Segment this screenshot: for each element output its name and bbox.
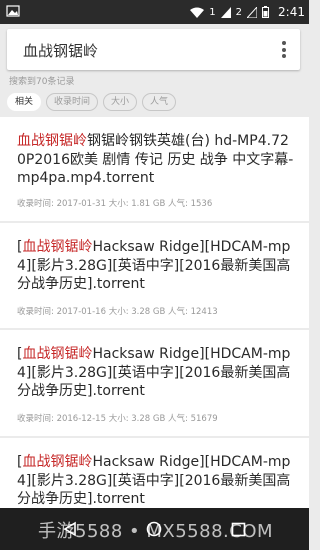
size-label: 大小: xyxy=(108,199,129,209)
result-title: [血战钢锯岭Hacksaw Ridge][HDCAM-mp4][影片3.28G]… xyxy=(17,345,297,401)
result-size: 3.28 GB xyxy=(131,414,166,424)
sim2-indicator: 2 xyxy=(235,6,243,18)
signal1-icon xyxy=(220,6,231,18)
title-highlight: 血战钢锯岭 xyxy=(22,454,93,470)
clock: 2:41 xyxy=(278,5,305,19)
popularity-label: 人气: xyxy=(168,414,188,424)
result-count: 搜索到70条记录 xyxy=(9,77,75,87)
popularity-label: 人气: xyxy=(168,199,188,209)
result-meta: 收录时间: 2016-12-15 大小: 3.28 GB 人气: 51679 xyxy=(17,412,218,424)
result-popularity: 1536 xyxy=(190,199,213,209)
sort-chip-size[interactable]: 大小 xyxy=(103,93,138,111)
sort-chips: 相关 收录时间 大小 人气 xyxy=(7,93,177,111)
sort-chip-popularity[interactable]: 人气 xyxy=(142,93,177,111)
result-title: 血战钢锯岭钢锯岭钢铁英雄(台) hd-MP4.720P2016欧美 剧情 传记 … xyxy=(17,132,297,188)
popularity-label: 人气: xyxy=(168,307,188,317)
date-label: 收录时间: xyxy=(17,199,54,209)
notification-photo-icon xyxy=(6,5,20,17)
result-date: 2017-01-31 xyxy=(56,199,106,209)
result-date: 2016-12-15 xyxy=(56,414,106,424)
status-bar: 1 2 2:41 xyxy=(0,0,309,24)
result-card[interactable]: [血战钢锯岭Hacksaw Ridge][HDCAM-mp4][影片3.28G]… xyxy=(0,223,309,328)
result-title: [血战钢锯岭Hacksaw Ridge][HDCAM-mp4][影片3.28G]… xyxy=(17,238,297,294)
result-meta: 收录时间: 2017-01-16 大小: 3.28 GB 人气: 12413 xyxy=(17,305,218,317)
result-date: 2017-01-16 xyxy=(56,307,106,317)
title-highlight: 血战钢锯岭 xyxy=(17,133,87,149)
result-meta: 收录时间: 2017-01-31 大小: 1.81 GB 人气: 1536 xyxy=(17,197,212,209)
search-input[interactable]: 血战钢锯岭 xyxy=(23,40,98,61)
result-popularity: 51679 xyxy=(190,414,218,424)
result-card[interactable]: [血战钢锯岭Hacksaw Ridge][HDCAM-mp4][影片3.28G]… xyxy=(0,438,309,518)
sort-chip-date[interactable]: 收录时间 xyxy=(46,93,99,111)
result-size: 1.81 GB xyxy=(131,199,166,209)
result-popularity: 12413 xyxy=(190,307,218,317)
date-label: 收录时间: xyxy=(17,414,54,424)
result-card[interactable]: [血战钢锯岭Hacksaw Ridge][HDCAM-mp4][影片3.28G]… xyxy=(0,330,309,436)
watermark-text: 手游5588 • MX5588.COM xyxy=(38,521,274,542)
result-card[interactable]: 血战钢锯岭钢锯岭钢铁英雄(台) hd-MP4.720P2016欧美 剧情 传记 … xyxy=(0,117,309,221)
date-label: 收录时间: xyxy=(17,307,54,317)
sort-chip-relevance[interactable]: 相关 xyxy=(7,93,42,111)
search-bar[interactable]: 血战钢锯岭 xyxy=(7,29,300,70)
title-highlight: 血战钢锯岭 xyxy=(22,346,93,362)
result-title: [血战钢锯岭Hacksaw Ridge][HDCAM-mp4][影片3.28G]… xyxy=(17,453,297,509)
title-highlight: 血战钢锯岭 xyxy=(22,239,93,255)
overflow-menu-icon[interactable] xyxy=(282,41,286,58)
result-size: 3.28 GB xyxy=(131,307,166,317)
size-label: 大小: xyxy=(108,307,129,317)
signal2-icon xyxy=(247,6,258,18)
size-label: 大小: xyxy=(108,414,129,424)
sim1-indicator: 1 xyxy=(209,6,216,18)
battery-icon xyxy=(262,6,270,18)
wifi-icon xyxy=(190,7,205,18)
